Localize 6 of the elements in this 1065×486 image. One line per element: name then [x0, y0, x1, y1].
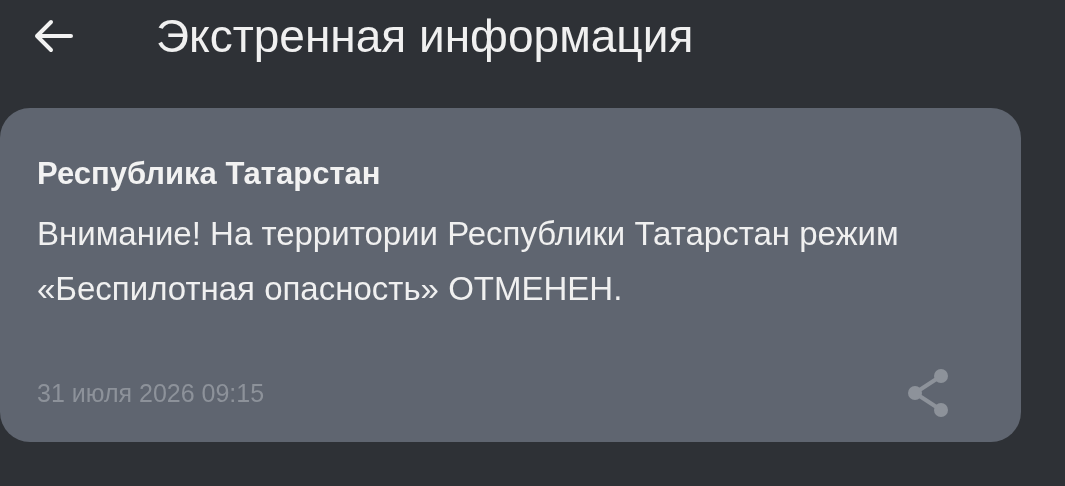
screen-title: Экстренная информация	[156, 9, 694, 63]
message-sender: Республика Татарстан	[37, 155, 382, 192]
share-icon	[905, 368, 951, 418]
back-arrow-icon	[33, 19, 73, 53]
message-text: Внимание! На территории Республики Татарстан режим «Беспилотная опасность» ОТМЕНЕН.	[37, 214, 900, 309]
back-button[interactable]	[33, 19, 73, 53]
